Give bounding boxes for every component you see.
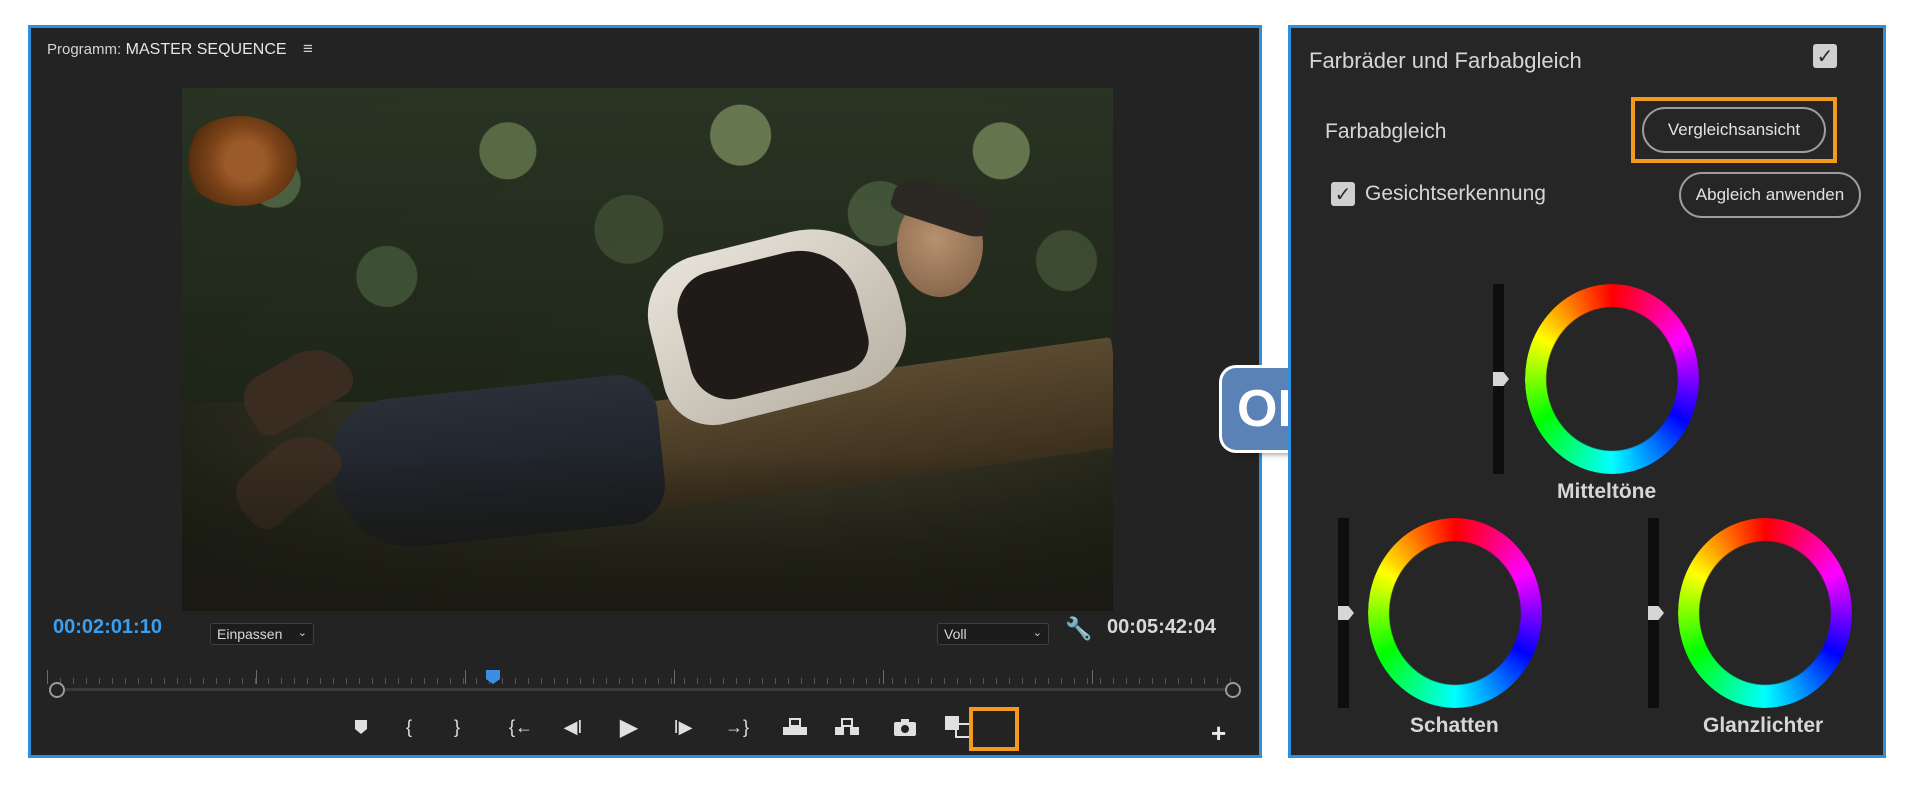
comparison-view-highlight — [1631, 97, 1837, 163]
current-timecode[interactable]: 00:02:01:10 — [53, 616, 162, 639]
marker-icon — [355, 720, 367, 734]
zoom-handle-right[interactable] — [1225, 682, 1241, 698]
midtones-label: Mitteltöne — [1557, 480, 1657, 503]
camera-icon — [894, 719, 916, 736]
step-back-button[interactable]: ◀I — [557, 712, 589, 742]
quality-select-value: Voll — [944, 626, 967, 642]
program-label: Programm: — [47, 41, 122, 58]
apply-match-button[interactable]: Abgleich anwenden — [1679, 172, 1861, 218]
sequence-name[interactable]: MASTER SEQUENCE — [126, 41, 287, 58]
add-button-icon[interactable]: + — [1211, 718, 1226, 749]
lift-icon — [783, 718, 807, 735]
video-ground — [182, 454, 1113, 611]
step-forward-button[interactable]: I▶ — [667, 712, 699, 742]
play-button[interactable]: ▶ — [613, 712, 645, 742]
highlights-label: Glanzlichter — [1703, 714, 1824, 737]
add-marker-button[interactable] — [345, 712, 377, 742]
program-monitor-panel: Programm: MASTER SEQUENCE ≡ 00:02:01:10 … — [28, 25, 1262, 758]
program-monitor-title: Programm: MASTER SEQUENCE ≡ — [47, 39, 313, 59]
zoom-handle-left[interactable] — [49, 682, 65, 698]
duration-timecode: 00:05:42:04 — [1107, 616, 1216, 638]
panel-menu-icon[interactable]: ≡ — [303, 39, 313, 59]
go-to-in-button[interactable]: {← — [505, 712, 537, 742]
panel-title: Farbräder und Farbabgleich — [1309, 48, 1582, 73]
section-enable-checkbox[interactable]: ✓ — [1813, 44, 1837, 68]
go-to-out-button[interactable]: →} — [721, 712, 753, 742]
highlights-slider-thumb[interactable] — [1648, 606, 1664, 620]
chevron-down-icon: ⌄ — [297, 627, 307, 639]
midtones-color-wheel[interactable] — [1525, 284, 1699, 474]
chevron-down-icon: ⌄ — [1032, 627, 1042, 639]
extract-button[interactable] — [831, 712, 863, 742]
face-detection-checkbox[interactable]: ✓ — [1331, 182, 1355, 206]
midtones-slider-thumb[interactable] — [1493, 372, 1509, 386]
shadows-slider-thumb[interactable] — [1338, 606, 1354, 620]
zoom-select[interactable]: Einpassen ⌄ — [210, 623, 314, 645]
face-detection-label: Gesichtserkennung — [1365, 182, 1546, 205]
quality-select[interactable]: Voll ⌄ — [937, 623, 1049, 645]
comparison-view-highlight — [969, 707, 1019, 751]
zoom-scroll-bar[interactable] — [57, 688, 1233, 691]
video-preview[interactable] — [182, 88, 1113, 611]
extract-icon — [835, 718, 859, 735]
wrench-icon[interactable]: 🔧 — [1065, 616, 1092, 642]
mark-out-button[interactable]: } — [441, 712, 473, 742]
ruler-ticks — [47, 670, 1243, 684]
lift-button[interactable] — [779, 712, 811, 742]
export-frame-button[interactable] — [889, 712, 921, 742]
highlights-color-wheel[interactable] — [1678, 518, 1852, 708]
timeline-ruler[interactable] — [47, 670, 1243, 698]
video-flower — [182, 116, 297, 206]
zoom-select-value: Einpassen — [217, 626, 283, 642]
mark-in-button[interactable]: { — [393, 712, 425, 742]
shadows-color-wheel[interactable] — [1368, 518, 1542, 708]
color-wheels-panel: Farbräder und Farbabgleich ✓ Farbabgleic… — [1288, 25, 1886, 758]
shadows-label: Schatten — [1410, 714, 1499, 737]
color-match-label: Farbabgleich — [1325, 120, 1447, 143]
